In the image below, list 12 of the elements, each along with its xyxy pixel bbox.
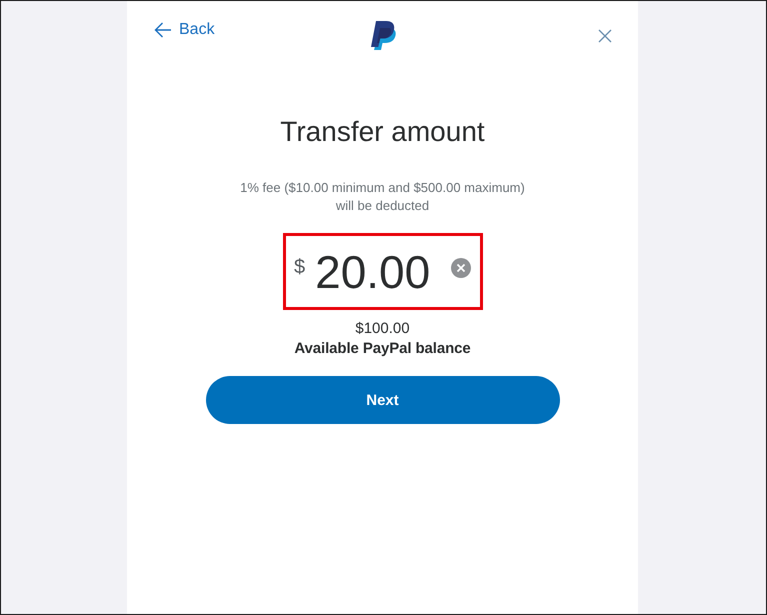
- close-button[interactable]: [598, 29, 612, 43]
- balance-amount: $100.00: [355, 319, 410, 339]
- currency-symbol: $: [294, 256, 306, 278]
- next-button[interactable]: Next: [206, 376, 560, 424]
- back-button[interactable]: Back: [154, 20, 215, 40]
- back-arrow-icon: [154, 22, 172, 38]
- page-title: Transfer amount: [280, 115, 485, 149]
- clear-icon[interactable]: [451, 258, 471, 278]
- fee-note: 1% fee ($10.00 minimum and $500.00 maximum) will be deducted: [240, 179, 525, 215]
- amount-input[interactable]: 20.00: [315, 244, 437, 298]
- logo-icon: [369, 21, 397, 50]
- balance-label: Available PayPal balance: [294, 339, 471, 359]
